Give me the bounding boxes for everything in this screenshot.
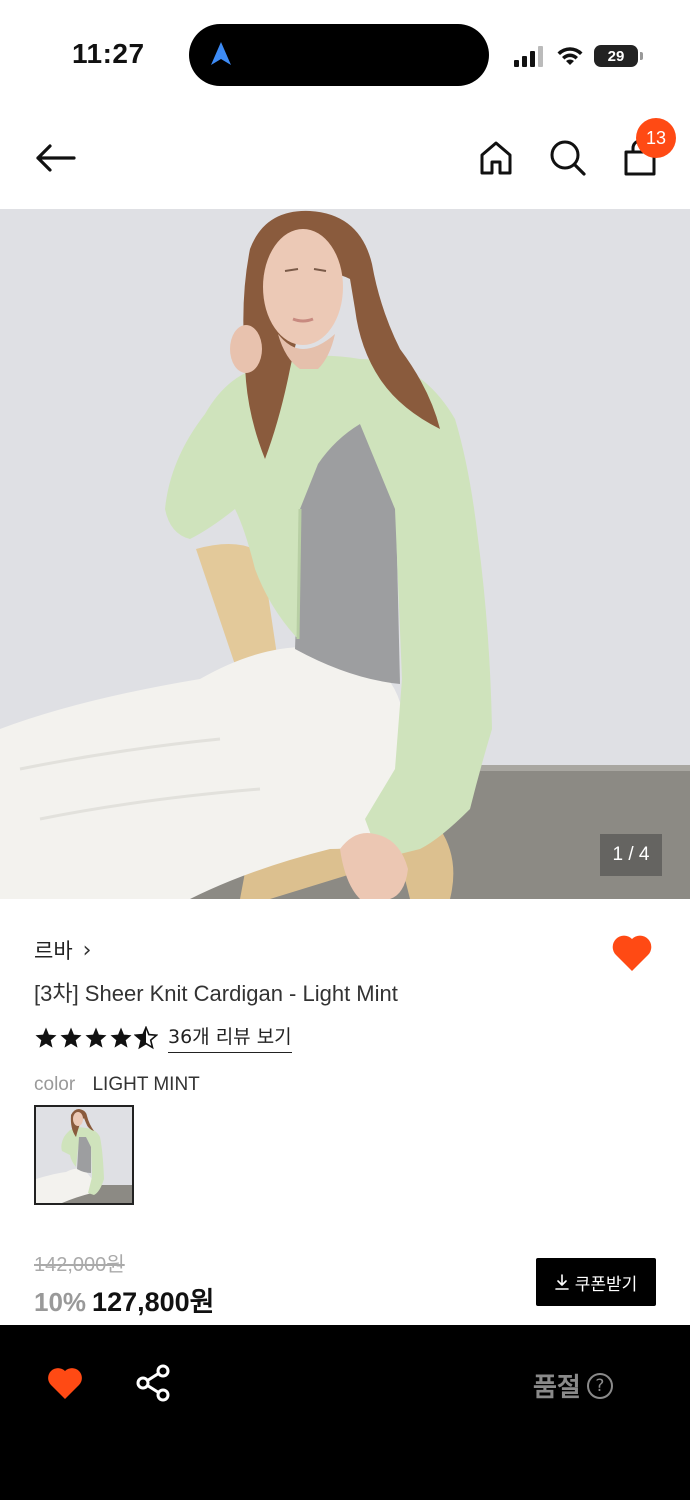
top-nav — [0, 108, 690, 208]
star-icon — [60, 1027, 82, 1048]
download-icon — [554, 1274, 569, 1290]
share-icon[interactable] — [134, 1363, 174, 1403]
color-option-thumbnail[interactable] — [34, 1105, 134, 1205]
back-button[interactable] — [30, 136, 80, 180]
battery-level: 29 — [607, 47, 625, 65]
thumbnail-photo — [36, 1107, 132, 1203]
rating-stars — [34, 1025, 158, 1050]
chevron-right-icon: › — [82, 937, 92, 963]
back-arrow-icon — [36, 144, 76, 172]
battery-icon: 29 — [594, 45, 643, 67]
status-icons: 29 — [514, 40, 643, 72]
original-price: 142,000원 — [34, 1254, 125, 1276]
cart-count-badge: 13 — [636, 118, 676, 158]
product-title: [3차] Sheer Knit Cardigan - Light Mint — [34, 981, 398, 1006]
review-link[interactable]: 36개 리뷰 보기 — [168, 1022, 292, 1053]
image-counter: 1 / 4 — [600, 834, 662, 876]
star-icon — [85, 1027, 107, 1048]
cellular-signal-icon — [514, 46, 543, 67]
navigation-arrow-icon — [211, 42, 231, 65]
sold-out-label: 품절 — [533, 1373, 581, 1403]
home-icon — [480, 141, 512, 175]
product-image-gallery[interactable]: 1 / 4 — [0, 209, 690, 899]
status-bar: 11:27 29 — [0, 0, 690, 100]
help-icon[interactable]: ? — [586, 1372, 613, 1399]
home-button[interactable] — [474, 136, 518, 180]
search-button[interactable] — [546, 136, 590, 180]
bottom-action-bar: 품절 ? — [0, 1325, 690, 1500]
product-photo — [0, 209, 690, 899]
color-row: color LIGHT MINT — [34, 1074, 200, 1096]
discount-rate: 10% — [34, 1287, 87, 1317]
coupon-button-label: 쿠폰받기 — [574, 1274, 638, 1295]
status-time: 11:27 — [72, 38, 145, 69]
sold-out-status: 품절 ? — [533, 1367, 613, 1404]
search-icon — [550, 140, 586, 176]
rating-row: 36개 리뷰 보기 — [34, 1022, 292, 1053]
coupon-button[interactable]: 쿠폰받기 — [536, 1258, 656, 1306]
wishlist-heart-icon[interactable] — [610, 933, 654, 973]
color-label: color — [34, 1074, 76, 1095]
half-star-icon — [134, 1025, 158, 1049]
star-icon — [110, 1027, 132, 1048]
wifi-icon — [557, 47, 583, 65]
brand-name: 르바 — [34, 939, 73, 963]
color-value: LIGHT MINT — [92, 1074, 200, 1095]
price-row: 10% 127,800원 — [34, 1280, 215, 1319]
heart-icon[interactable] — [46, 1365, 84, 1401]
brand-link[interactable]: 르바 › — [34, 935, 91, 965]
dynamic-island — [189, 24, 489, 86]
star-icon — [35, 1027, 57, 1048]
sale-price: 127,800원 — [92, 1287, 215, 1317]
